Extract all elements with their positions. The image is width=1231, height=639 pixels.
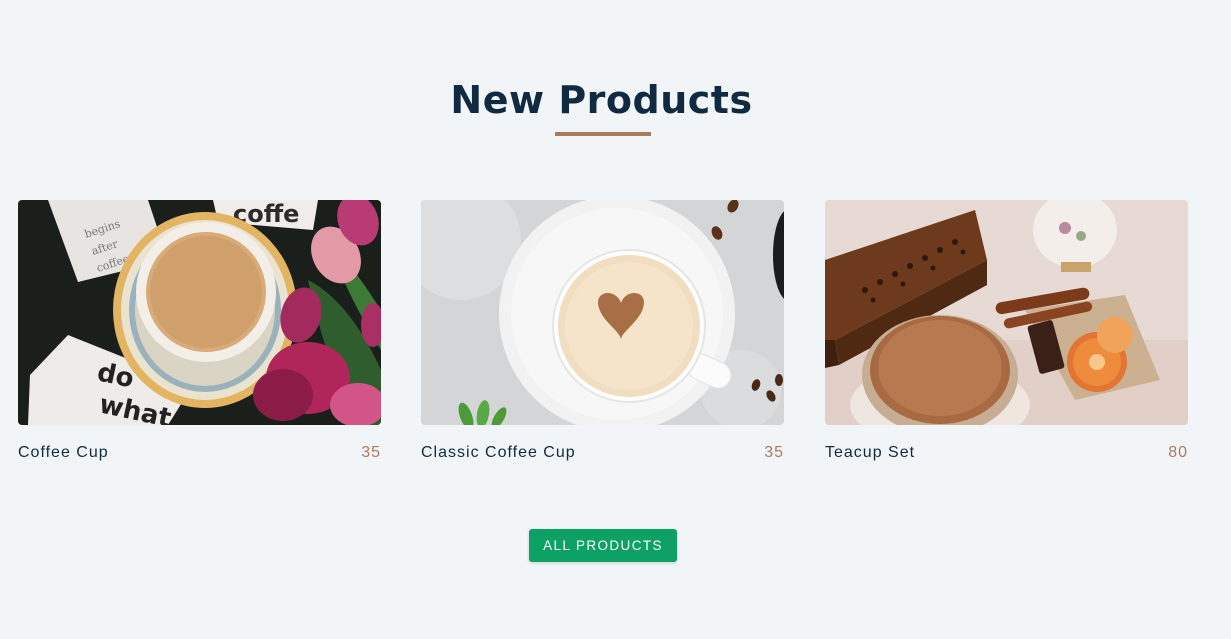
all-products-button[interactable]: ALL PRODUCTS (529, 529, 677, 562)
product-info: Classic Coffee Cup 35 (421, 444, 784, 462)
featured-products-section: New Products begins after coffee coffe d… (0, 0, 1231, 639)
product-image[interactable]: begins after coffee coffe do what (18, 200, 381, 425)
product-info: Teacup Set 80 (825, 444, 1188, 462)
product-image[interactable] (825, 200, 1188, 425)
title-underline (555, 132, 651, 136)
product-price: 35 (764, 444, 784, 461)
cappuccino-cup-photo (421, 200, 784, 425)
section-title: New Products (450, 78, 753, 122)
product-name[interactable]: Classic Coffee Cup (421, 444, 576, 462)
product-card-coffee-cup[interactable]: begins after coffee coffe do what Coffee… (18, 200, 381, 462)
product-card-classic-coffee-cup[interactable]: Classic Coffee Cup 35 (421, 200, 784, 462)
product-info: Coffee Cup 35 (18, 444, 381, 462)
product-price: 35 (361, 444, 381, 461)
product-card-teacup-set[interactable]: Teacup Set 80 (825, 200, 1188, 462)
product-name[interactable]: Teacup Set (825, 444, 915, 462)
product-image[interactable] (421, 200, 784, 425)
tea-cup-with-tulips-photo: begins after coffee coffe do what (18, 200, 381, 425)
teacup-set-with-wooden-box-photo (825, 200, 1188, 425)
product-name[interactable]: Coffee Cup (18, 444, 109, 462)
product-price: 80 (1168, 444, 1188, 461)
